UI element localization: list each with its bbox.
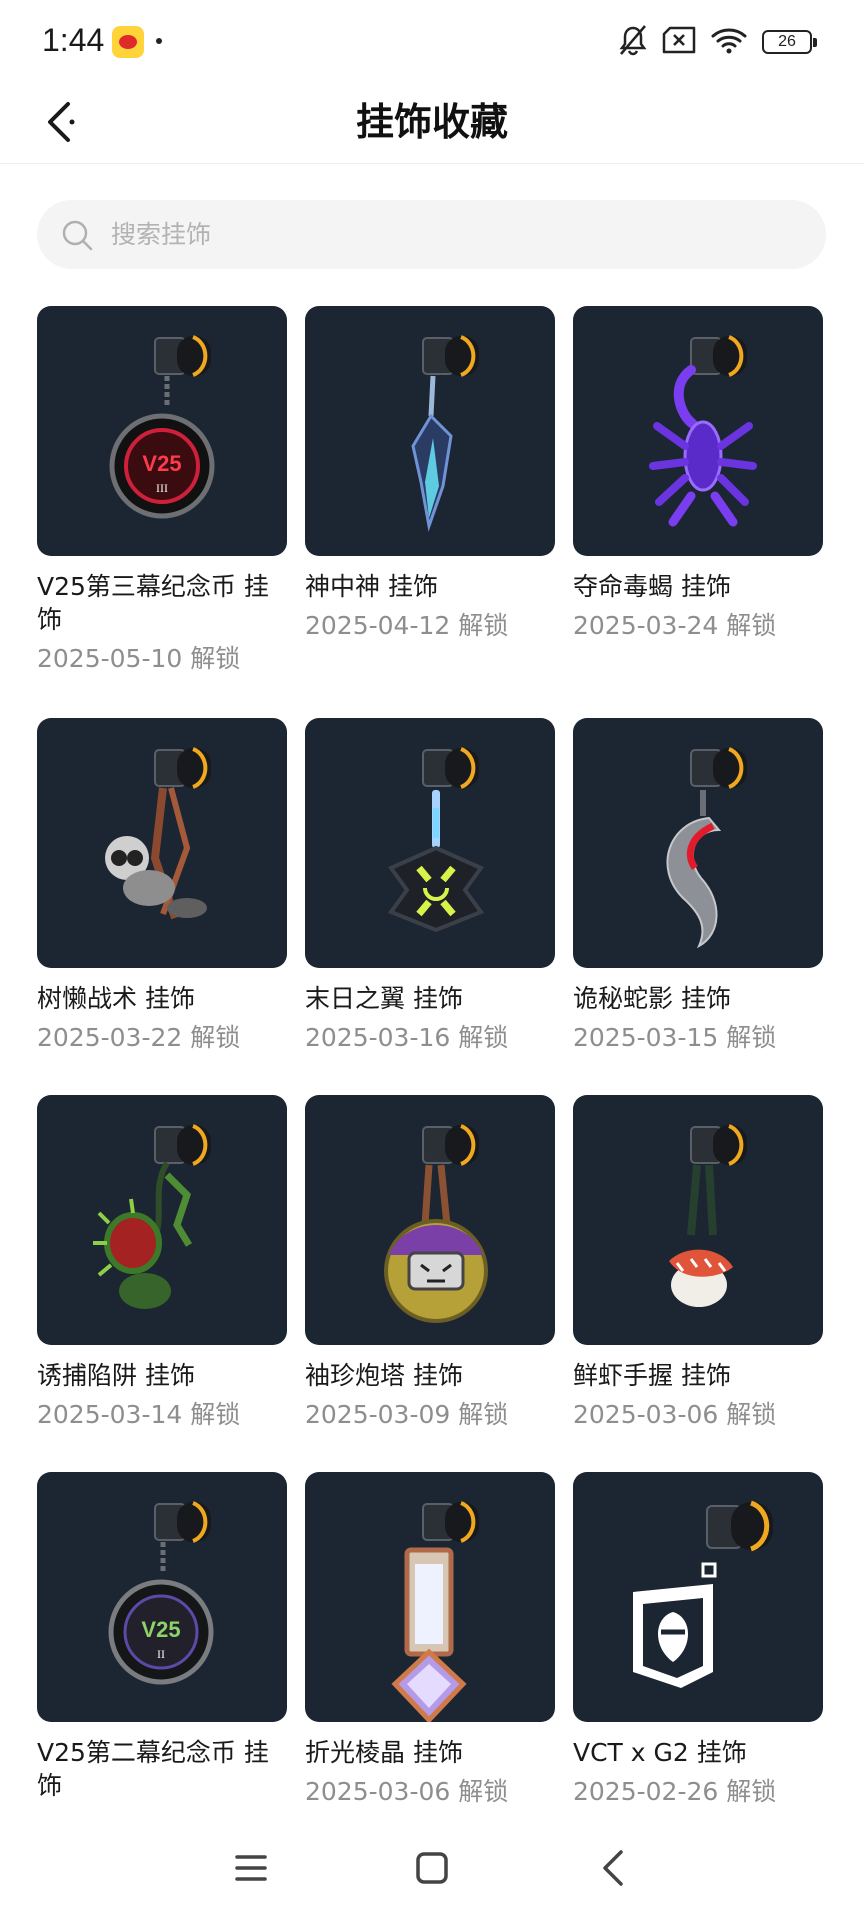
- charm-name: 诡秘蛇影 挂饰: [573, 984, 731, 1013]
- search-bar[interactable]: [37, 200, 826, 269]
- charm-clip-icon: [690, 1124, 747, 1166]
- charm-clip-icon: [154, 747, 211, 789]
- charm-thumbnail: [305, 306, 555, 556]
- charm-unlock-date: 2025-03-06 解锁: [573, 1400, 777, 1429]
- charm-name: V25第二幕纪念币 挂饰: [37, 1738, 269, 1800]
- status-time: 1:44: [42, 22, 105, 58]
- svg-text:V25: V25: [141, 1617, 180, 1642]
- charm-thumbnail: [305, 1095, 555, 1345]
- charm-name: 末日之翼 挂饰: [305, 984, 463, 1013]
- charm-name: VCT x G2 挂饰: [573, 1738, 747, 1767]
- charm-thumbnail: [305, 1472, 555, 1722]
- charm-clip-icon: [706, 1500, 773, 1552]
- charm-card[interactable]: 袖珍炮塔 挂饰 2025-03-09 解锁: [305, 1095, 555, 1472]
- charm-artwork: [93, 1124, 211, 1309]
- charm-card[interactable]: 诱捕陷阱 挂饰 2025-03-14 解锁: [37, 1095, 287, 1472]
- charm-clip-icon: [422, 747, 479, 789]
- app-header: 挂饰收藏: [0, 86, 864, 164]
- charm-artwork: V25 II: [108, 1501, 214, 1685]
- charm-card[interactable]: VCT x G2 挂饰 2025-02-26 解锁: [573, 1472, 823, 1849]
- charm-thumbnail: [573, 1095, 823, 1345]
- charm-unlock-date: 2025-03-09 解锁: [305, 1400, 509, 1429]
- charm-card[interactable]: 树懒战术 挂饰 2025-03-22 解锁: [37, 718, 287, 1095]
- charm-artwork: [669, 1124, 747, 1307]
- charm-artwork: [387, 747, 485, 933]
- charm-card[interactable]: V25 III V25第三幕纪念币 挂饰 2025-05-10 解锁: [37, 306, 287, 683]
- charm-unlock-date: 2025-03-24 解锁: [573, 611, 777, 640]
- charm-card[interactable]: V25 II V25第二幕纪念币 挂饰: [37, 1472, 287, 1849]
- charm-artwork: [391, 1501, 479, 1722]
- charm-name: 诱捕陷阱 挂饰: [37, 1361, 195, 1390]
- charm-clip-icon: [422, 335, 479, 377]
- bell-off-icon: [618, 24, 648, 60]
- charm-name: 折光棱晶 挂饰: [305, 1738, 463, 1767]
- charm-unlock-date: 2025-05-10 解锁: [37, 644, 241, 673]
- charm-clip-icon: [690, 335, 747, 377]
- search-icon: [59, 217, 95, 253]
- home-button[interactable]: [397, 1835, 467, 1905]
- charm-name: 袖珍炮塔 挂饰: [305, 1361, 463, 1390]
- sim-blocked-icon: [662, 26, 696, 58]
- charm-unlock-date: 2025-03-15 解锁: [573, 1023, 777, 1052]
- battery-icon: 26: [762, 30, 817, 54]
- charm-thumbnail: [573, 1472, 823, 1722]
- status-icons: 26: [618, 24, 817, 60]
- charm-name: 神中神 挂饰: [305, 572, 438, 601]
- charm-card[interactable]: 鲜虾手握 挂饰 2025-03-06 解锁: [573, 1095, 823, 1472]
- search-input[interactable]: [111, 220, 791, 249]
- charm-card[interactable]: 诡秘蛇影 挂饰 2025-03-15 解锁: [573, 718, 823, 1095]
- charm-card[interactable]: 折光棱晶 挂饰 2025-03-06 解锁: [305, 1472, 555, 1849]
- charm-thumbnail: [305, 718, 555, 968]
- charm-unlock-date: 2025-03-16 解锁: [305, 1023, 509, 1052]
- svg-text:V25: V25: [142, 451, 181, 476]
- charm-artwork: [105, 747, 211, 920]
- charm-artwork: [384, 1124, 488, 1323]
- charm-artwork: V25 III: [109, 335, 215, 519]
- page-title: 挂饰收藏: [355, 100, 508, 144]
- charm-thumbnail: [37, 718, 287, 968]
- charm-card[interactable]: 末日之翼 挂饰 2025-03-16 解锁: [305, 718, 555, 1095]
- charm-name: 鲜虾手握 挂饰: [573, 1361, 731, 1390]
- charm-thumbnail: V25 II: [37, 1472, 287, 1722]
- charm-unlock-date: 2025-04-12 解锁: [305, 611, 509, 640]
- notification-dot: [156, 38, 162, 44]
- app-notification-icon: [112, 26, 144, 58]
- charm-clip-icon: [422, 1501, 479, 1543]
- system-back-button[interactable]: [578, 1835, 648, 1905]
- menu-button[interactable]: [216, 1835, 286, 1905]
- wifi-icon: [710, 25, 748, 59]
- charm-unlock-date: 2025-02-26 解锁: [573, 1777, 777, 1806]
- charm-name: 树懒战术 挂饰: [37, 984, 195, 1013]
- charm-artwork: [666, 747, 747, 949]
- system-nav-bar: [0, 1820, 864, 1920]
- charm-unlock-date: 2025-03-22 解锁: [37, 1023, 241, 1052]
- menu-icon: [234, 1853, 268, 1887]
- svg-text:II: II: [157, 1647, 165, 1661]
- charm-artwork: [633, 1500, 773, 1688]
- charm-clip-icon: [154, 335, 211, 377]
- charm-card[interactable]: 神中神 挂饰 2025-04-12 解锁: [305, 306, 555, 683]
- charm-thumbnail: V25 III: [37, 306, 287, 556]
- charm-clip-icon: [422, 1124, 479, 1166]
- charm-name: V25第三幕纪念币 挂饰: [37, 572, 269, 634]
- charm-clip-icon: [154, 1501, 211, 1543]
- charm-clip-icon: [154, 1124, 211, 1166]
- status-bar: 1:44 26: [0, 0, 864, 86]
- charm-unlock-date: 2025-03-06 解锁: [305, 1777, 509, 1806]
- charm-name: 夺命毒蝎 挂饰: [573, 572, 731, 601]
- charm-card[interactable]: 夺命毒蝎 挂饰 2025-03-24 解锁: [573, 306, 823, 683]
- back-chevron-icon: [600, 1849, 626, 1891]
- svg-text:III: III: [156, 481, 168, 495]
- charm-artwork: [649, 335, 757, 527]
- charm-thumbnail: [573, 306, 823, 556]
- charm-clip-icon: [690, 747, 747, 789]
- charm-artwork: [411, 335, 479, 532]
- charm-thumbnail: [37, 1095, 287, 1345]
- home-square-icon: [415, 1851, 449, 1889]
- charm-thumbnail: [573, 718, 823, 968]
- charm-unlock-date: 2025-03-14 解锁: [37, 1400, 241, 1429]
